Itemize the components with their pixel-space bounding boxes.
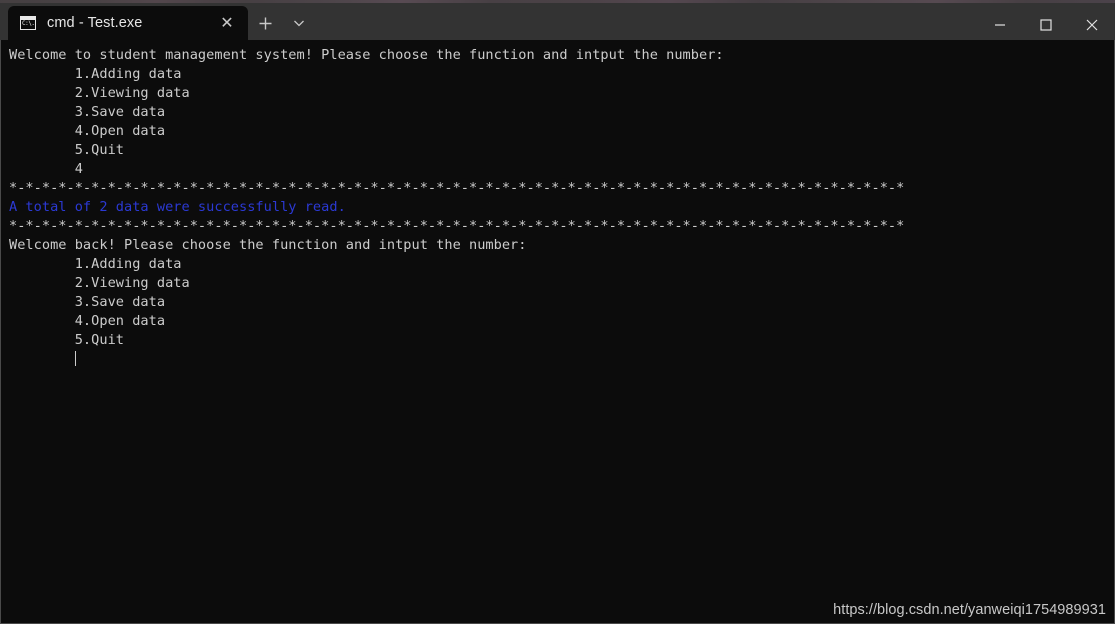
console-line: 4 — [9, 161, 83, 177]
minimize-button[interactable] — [977, 6, 1023, 43]
console-line: 1.Adding data — [9, 256, 182, 272]
console-line: *-*-*-*-*-*-*-*-*-*-*-*-*-*-*-*-*-*-*-*-… — [9, 218, 905, 234]
tab-dropdown-button[interactable] — [282, 6, 316, 40]
terminal-surface[interactable]: Welcome to student management system! Pl… — [0, 40, 1115, 624]
tab-cmd-test-exe[interactable]: C:\. cmd - Test.exe ✕ — [8, 6, 248, 40]
minimize-icon — [995, 23, 1005, 26]
text-cursor — [74, 351, 77, 366]
console-line: Welcome to student management system! Pl… — [9, 47, 724, 63]
tab-title: cmd - Test.exe — [47, 15, 143, 31]
console-line: 2.Viewing data — [9, 275, 190, 291]
console-line: 5.Quit — [9, 332, 124, 348]
cmd-prompt-glyph: C:\. — [22, 20, 35, 27]
plus-icon — [259, 17, 271, 29]
maximize-icon — [1040, 18, 1052, 31]
console-line: 5.Quit — [9, 142, 124, 158]
console-line: 2.Viewing data — [9, 85, 190, 101]
console-line: 4.Open data — [9, 313, 166, 329]
tab-strip: C:\. cmd - Test.exe ✕ — [0, 3, 316, 40]
console-line: 4.Open data — [9, 123, 166, 139]
close-tab-icon[interactable]: ✕ — [212, 10, 242, 36]
close-window-button[interactable] — [1069, 6, 1115, 43]
console-cursor-line — [9, 350, 904, 369]
console-line: Welcome back! Please choose the function… — [9, 237, 527, 253]
maximize-button[interactable] — [1023, 6, 1069, 43]
title-bar[interactable]: C:\. cmd - Test.exe ✕ — [0, 3, 1115, 40]
console-line: A total of 2 data were successfully read… — [9, 199, 346, 215]
console-line: 1.Adding data — [9, 66, 182, 82]
console-line: 3.Save data — [9, 104, 166, 120]
watermark-url: https://blog.csdn.net/yanweiqi1754989931 — [833, 602, 1106, 618]
terminal-window: C:\. cmd - Test.exe ✕ Welcome to student… — [0, 0, 1115, 624]
window-controls — [977, 6, 1115, 43]
console-output: Welcome to student management system! Pl… — [9, 46, 904, 369]
chevron-down-icon — [294, 20, 304, 27]
cmd-icon: C:\. — [20, 16, 36, 30]
console-line: *-*-*-*-*-*-*-*-*-*-*-*-*-*-*-*-*-*-*-*-… — [9, 180, 905, 196]
new-tab-button[interactable] — [248, 6, 282, 40]
console-line: 3.Save data — [9, 294, 166, 310]
close-icon — [1086, 19, 1098, 30]
